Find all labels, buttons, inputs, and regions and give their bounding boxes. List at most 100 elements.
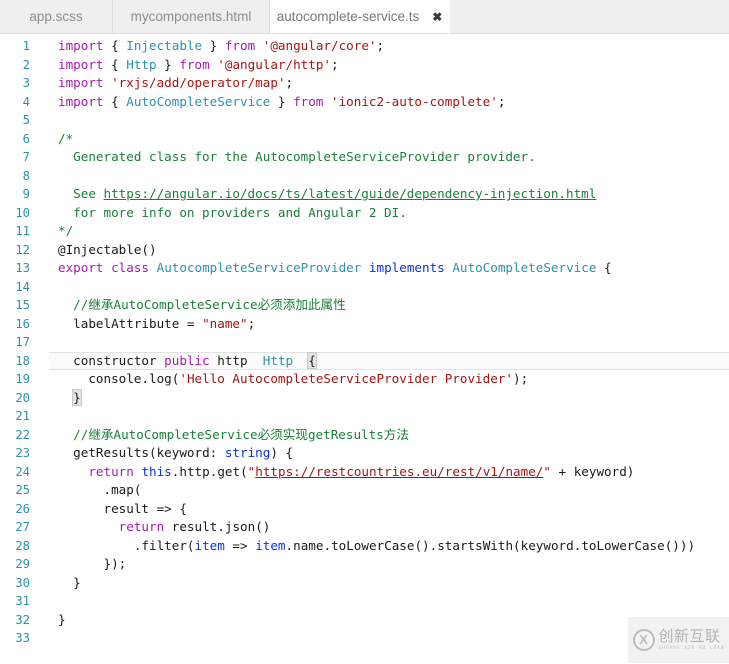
line-number: 31 xyxy=(15,594,30,608)
tab-app-scss[interactable]: app.scss xyxy=(0,0,113,33)
code-text[interactable] xyxy=(38,592,729,611)
code-line[interactable]: 16 labelAttribute = "name"; xyxy=(0,315,729,334)
editor-tab-bar: app.scss mycomponents.html autocomplete-… xyxy=(0,0,729,34)
code-text[interactable]: //继承AutoCompleteService必须添加此属性 xyxy=(38,296,729,315)
code-text[interactable]: .map( xyxy=(38,481,729,500)
code-line[interactable]: 27 return result.json() xyxy=(0,518,729,537)
line-number: 24 xyxy=(15,464,30,479)
code-text[interactable]: constructor(public http: Http) { xyxy=(38,351,729,371)
code-text[interactable] xyxy=(38,629,729,648)
line-number: 22 xyxy=(15,427,30,442)
code-text[interactable]: import { AutoCompleteService } from 'ion… xyxy=(38,93,729,112)
tab-bar-filler xyxy=(450,0,729,33)
tab-label: app.scss xyxy=(29,9,83,24)
code-text[interactable]: getResults(keyword: string) { xyxy=(38,444,729,463)
code-line[interactable]: 19 console.log('Hello AutocompleteServic… xyxy=(0,370,729,389)
code-text[interactable]: //继承AutoCompleteService必须实现getResults方法 xyxy=(38,426,729,445)
code-text[interactable]: import 'rxjs/add/operator/map'; xyxy=(38,74,729,93)
code-line[interactable]: 33 xyxy=(0,629,729,648)
code-line[interactable]: 5 xyxy=(0,111,729,130)
code-text[interactable]: } xyxy=(38,574,729,593)
code-text[interactable]: */ xyxy=(38,222,729,241)
code-text[interactable]: return result.json() xyxy=(38,518,729,537)
line-number: 6 xyxy=(22,131,30,146)
code-line[interactable]: 9 See https://angular.io/docs/ts/latest/… xyxy=(0,185,729,204)
line-number: 17 xyxy=(15,335,30,349)
tab-mycomponents-html[interactable]: mycomponents.html xyxy=(113,0,270,33)
line-number: 8 xyxy=(22,168,30,183)
code-line[interactable]: 12 @Injectable() xyxy=(0,241,729,260)
code-text[interactable]: } xyxy=(38,611,729,630)
line-number: 15 xyxy=(15,298,30,312)
code-line[interactable]: 23 getResults(keyword: string) { xyxy=(0,444,729,463)
code-line[interactable]: 7 Generated class for the AutocompleteSe… xyxy=(0,148,729,167)
line-number: 29 xyxy=(15,557,30,571)
code-text[interactable]: console.log('Hello AutocompleteServicePr… xyxy=(38,370,729,389)
code-text[interactable]: /* xyxy=(38,130,729,149)
code-line[interactable]: 21 xyxy=(0,407,729,426)
code-text[interactable] xyxy=(38,333,729,352)
line-number: 3 xyxy=(22,76,30,90)
code-line[interactable]: 32} xyxy=(0,611,729,630)
code-text[interactable]: @Injectable() xyxy=(38,241,729,260)
line-number: 7 xyxy=(22,150,30,164)
tab-label: autocomplete-service.ts xyxy=(276,9,420,24)
code-line[interactable]: 4 import { AutoCompleteService } from 'io… xyxy=(0,93,729,112)
line-number: 26 xyxy=(15,501,30,516)
line-number: 30 xyxy=(15,575,30,590)
code-text[interactable]: labelAttribute = "name"; xyxy=(38,315,729,334)
code-line[interactable]: 20 } xyxy=(0,388,729,408)
code-line[interactable]: 25 .map( xyxy=(0,481,729,500)
code-line[interactable]: 30 } xyxy=(0,574,729,593)
line-number: 13 xyxy=(15,261,30,275)
tab-autocomplete-service-ts[interactable]: autocomplete-service.ts ✖ xyxy=(270,0,450,33)
code-text[interactable]: }); xyxy=(38,555,729,574)
line-number: 1 xyxy=(22,39,30,53)
line-number: 33 xyxy=(15,631,30,645)
code-line[interactable]: 17 xyxy=(0,333,729,352)
code-text[interactable]: Generated class for the AutocompleteServ… xyxy=(38,148,729,167)
line-number: 23 xyxy=(15,446,30,460)
tab-label: mycomponents.html xyxy=(130,9,252,24)
code-line[interactable]: 14 xyxy=(0,278,729,297)
code-text[interactable]: import { Injectable } from '@angular/cor… xyxy=(38,37,729,56)
code-text[interactable]: import { Http } from '@angular/http'; xyxy=(38,56,729,75)
code-line[interactable]: 31 xyxy=(0,592,729,611)
code-line[interactable]: 24 return this.http.get("https://restcou… xyxy=(0,463,729,482)
code-line[interactable]: 29 }); xyxy=(0,555,729,574)
code-text[interactable] xyxy=(38,407,729,426)
code-line[interactable]: 11 */ xyxy=(0,222,729,241)
line-number: 2 xyxy=(22,57,30,72)
code-text[interactable]: result => { xyxy=(38,500,729,519)
code-line[interactable]: 2 import { Http } from '@angular/http'; xyxy=(0,56,729,75)
line-number: 25 xyxy=(15,483,30,497)
line-number: 14 xyxy=(15,279,30,294)
code-text[interactable]: return this.http.get("https://restcountr… xyxy=(38,463,729,482)
code-text[interactable]: for more info on providers and Angular 2… xyxy=(38,204,729,223)
line-number: 16 xyxy=(15,316,30,331)
code-line[interactable]: 10 for more info on providers and Angula… xyxy=(0,204,729,223)
line-number: 10 xyxy=(15,205,30,220)
code-line[interactable]: 6 /* xyxy=(0,130,729,149)
code-line[interactable]: 8 xyxy=(0,167,729,186)
code-editor[interactable]: 1 import { Injectable } from '@angular/co… xyxy=(0,34,729,664)
line-number: 20 xyxy=(15,390,30,405)
code-text[interactable]: export class AutocompleteServiceProvider… xyxy=(38,259,729,278)
code-line[interactable]: 26 result => { xyxy=(0,500,729,519)
code-line[interactable]: 22 //继承AutoCompleteService必须实现getResults… xyxy=(0,426,729,445)
line-number: 19 xyxy=(15,372,30,386)
code-line[interactable]: 1 import { Injectable } from '@angular/co… xyxy=(0,37,729,56)
code-line[interactable]: 3 import 'rxjs/add/operator/map'; xyxy=(0,74,729,93)
code-text[interactable]: .filter(item => item.name.toLowerCase().… xyxy=(38,537,729,556)
code-text[interactable] xyxy=(38,278,729,297)
code-text[interactable] xyxy=(38,167,729,186)
code-line[interactable]: 15 //继承AutoCompleteService必须添加此属性 xyxy=(0,296,729,315)
code-line[interactable]: 13 export class AutocompleteServiceProvid… xyxy=(0,259,729,278)
code-text[interactable] xyxy=(38,111,729,130)
line-number: 5 xyxy=(22,113,30,127)
code-line[interactable]: 28 .filter(item => item.name.toLowerCase… xyxy=(0,537,729,556)
code-text[interactable]: See https://angular.io/docs/ts/latest/gu… xyxy=(38,185,729,204)
code-text[interactable]: } xyxy=(38,388,729,408)
code-line[interactable]: 18 constructor(public http: Http) { xyxy=(0,351,729,371)
close-icon[interactable]: ✖ xyxy=(432,11,442,23)
